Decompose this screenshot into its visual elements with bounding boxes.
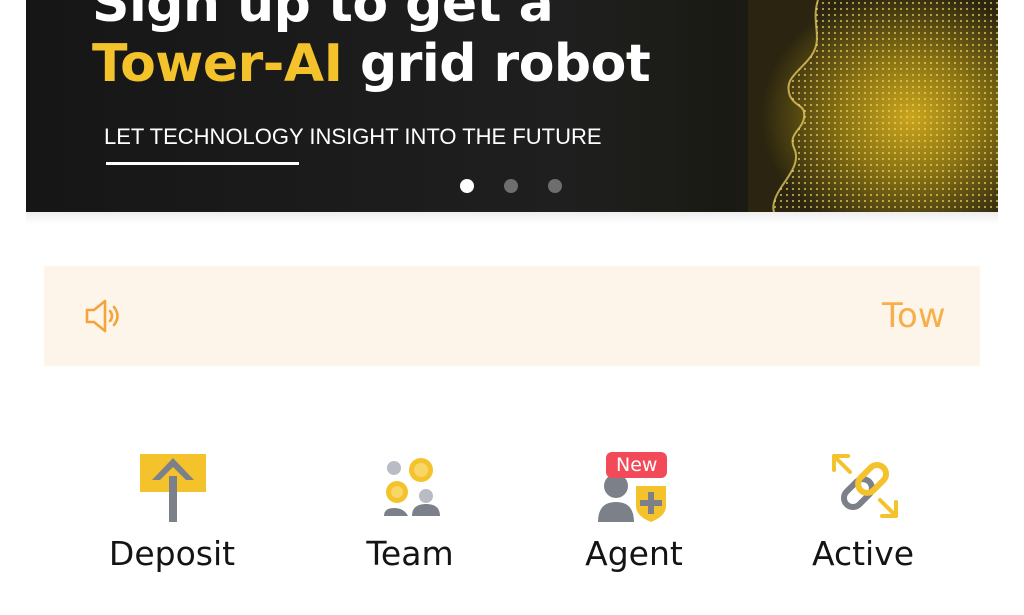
new-badge: New xyxy=(606,452,668,478)
menu-label-team: Team xyxy=(366,534,454,573)
upload-arrow-icon xyxy=(140,454,206,522)
banner-tagline: LET TECHNOLOGY INSIGHT INTO THE FUTURE xyxy=(104,124,602,149)
menu-label-agent: Agent xyxy=(585,534,683,573)
promo-banner[interactable]: Sign up to get a Tower-AI grid robot LET… xyxy=(26,0,998,212)
menu-label-deposit: Deposit xyxy=(108,534,236,573)
menu-item-active[interactable]: Active xyxy=(800,450,926,580)
carousel-dot-3[interactable] xyxy=(548,179,562,193)
banner-headline-brand: Tower-AI xyxy=(92,34,343,94)
carousel-dot-2[interactable] xyxy=(504,179,518,193)
announcement-text: Tow xyxy=(882,296,946,336)
menu-item-team[interactable]: Team xyxy=(346,450,474,580)
team-icon xyxy=(384,458,440,516)
banner-headline-rest: grid robot xyxy=(342,34,651,94)
menu-item-deposit[interactable]: Deposit xyxy=(102,450,242,580)
speaker-icon xyxy=(85,299,119,333)
carousel-dot-1[interactable] xyxy=(460,179,474,193)
menu-label-active: Active xyxy=(811,534,915,573)
banner-face-artwork xyxy=(748,0,998,212)
link-icon xyxy=(832,454,898,518)
banner-shadow xyxy=(26,212,998,224)
tagline-underline xyxy=(106,162,299,165)
banner-headline-line1: Sign up to get a xyxy=(92,0,554,34)
announcement-bar[interactable]: Tow xyxy=(44,266,980,366)
banner-headline-line2: Tower-AI grid robot xyxy=(92,34,651,94)
menu-item-agent[interactable]: New Agent xyxy=(572,450,696,580)
